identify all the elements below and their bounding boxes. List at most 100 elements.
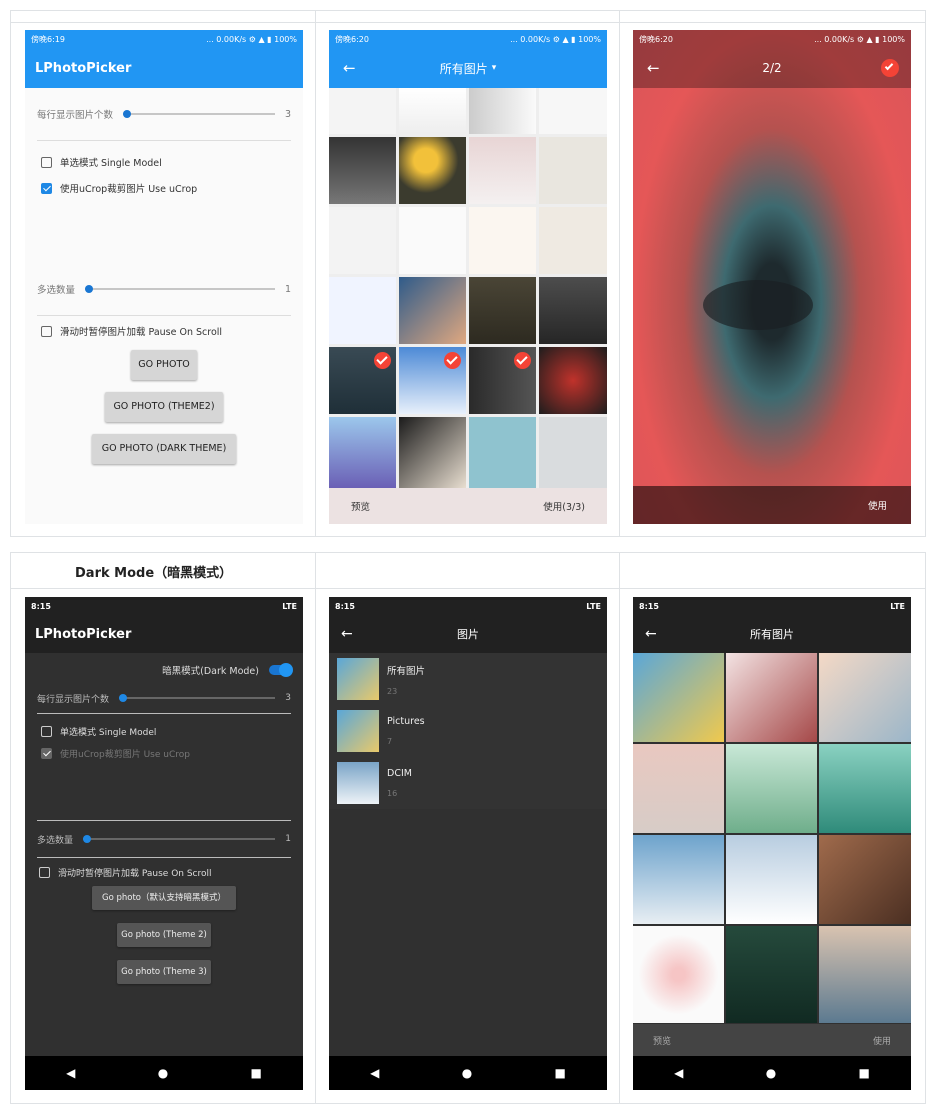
use-button[interactable]: 使用: [868, 498, 887, 512]
ucrop-option[interactable]: 使用uCrop裁剪图片 Use uCrop: [41, 177, 291, 199]
multi-select-slider[interactable]: [85, 285, 275, 293]
pause-scroll-option[interactable]: 滑动时暂停图片加载 Pause On Scroll: [41, 318, 291, 344]
pause-scroll-option[interactable]: 滑动时暂停图片加载 Pause On Scroll: [39, 860, 291, 884]
photo-tile[interactable]: [469, 137, 536, 204]
slider-knob[interactable]: [119, 694, 128, 702]
folder-item[interactable]: 所有图片 23: [329, 653, 607, 705]
status-bar: 8:15 LTE: [329, 597, 607, 615]
photo-tile[interactable]: [329, 277, 396, 344]
slider-knob[interactable]: [83, 835, 92, 843]
photo-tile[interactable]: [819, 653, 911, 742]
folder-title[interactable]: 所有图片: [440, 60, 488, 77]
use-button[interactable]: 使用: [873, 1034, 891, 1047]
photo-tile[interactable]: [399, 347, 466, 414]
selected-check-icon[interactable]: [374, 352, 391, 369]
slider-knob[interactable]: [85, 285, 94, 293]
pause-scroll-checkbox[interactable]: [41, 325, 52, 337]
photo-tile[interactable]: [726, 835, 817, 924]
recents-icon[interactable]: ■: [859, 1066, 870, 1080]
photo-tile[interactable]: [633, 926, 724, 1023]
folder-thumbnail: [337, 762, 379, 804]
photo-tile[interactable]: [539, 277, 607, 344]
photo-tile[interactable]: [469, 347, 536, 414]
photo-tile[interactable]: [469, 277, 536, 344]
home-icon[interactable]: ●: [158, 1066, 168, 1080]
go-photo-button[interactable]: GO PHOTO: [131, 350, 197, 380]
back-icon[interactable]: ◀: [674, 1066, 683, 1080]
photo-tile[interactable]: [329, 207, 396, 274]
photo-tile[interactable]: [539, 88, 607, 134]
multi-select-slider[interactable]: [83, 835, 276, 843]
single-model-option[interactable]: 单选模式 Single Model: [41, 147, 291, 177]
photo-tile[interactable]: [726, 653, 817, 742]
go-photo-theme3-button[interactable]: Go photo (Theme 3): [117, 960, 211, 984]
photo-tile[interactable]: [633, 653, 724, 742]
slider-knob[interactable]: [123, 110, 132, 118]
back-icon[interactable]: ◀: [370, 1066, 379, 1080]
photo-tile[interactable]: [819, 744, 911, 833]
multi-select-label: 多选数量: [37, 285, 76, 296]
go-photo-theme2-button[interactable]: Go photo (Theme 2): [117, 923, 211, 947]
photo-tile[interactable]: [539, 417, 607, 488]
back-arrow-icon[interactable]: ←: [341, 626, 353, 642]
photo-tile[interactable]: [469, 207, 536, 274]
home-icon[interactable]: ●: [462, 1066, 472, 1080]
recents-icon[interactable]: ■: [555, 1066, 566, 1080]
selected-check-icon[interactable]: [444, 352, 461, 369]
photo-tile[interactable]: [399, 277, 466, 344]
use-button[interactable]: 使用(3/3): [543, 499, 585, 513]
photo-tile[interactable]: [329, 417, 396, 488]
divider: [37, 140, 291, 141]
photo-tile[interactable]: [539, 347, 607, 414]
folder-item[interactable]: Pictures 7: [329, 705, 607, 757]
selected-check-icon[interactable]: [514, 352, 531, 369]
photo-tile[interactable]: [329, 347, 396, 414]
preview-button[interactable]: 预览: [653, 1034, 671, 1047]
per-row-slider[interactable]: [123, 110, 275, 118]
folder-item[interactable]: DCIM 16: [329, 757, 607, 809]
photo-tile[interactable]: [819, 926, 911, 1023]
photo-tile[interactable]: [329, 137, 396, 204]
app-bar: ← 图片: [329, 615, 607, 653]
preview-button[interactable]: 预览: [351, 499, 370, 513]
dark-settings-screen: 8:15 LTE LPhotoPicker 暗黑模式(Dark Mode) 每行…: [25, 597, 303, 1090]
photo-tile[interactable]: [399, 88, 466, 134]
back-arrow-icon[interactable]: ←: [647, 59, 660, 77]
multi-select-value: 1: [285, 834, 291, 844]
ucrop-checkbox[interactable]: [41, 747, 52, 759]
photo-tile[interactable]: [726, 926, 817, 1023]
photo-tile[interactable]: [819, 835, 911, 924]
single-model-option[interactable]: 单选模式 Single Model: [41, 718, 291, 744]
photo-tile[interactable]: [329, 88, 396, 134]
back-arrow-icon[interactable]: ←: [343, 59, 356, 77]
photo-tile[interactable]: [399, 137, 466, 204]
selected-check-icon[interactable]: [881, 59, 899, 77]
folder-count: 23: [387, 686, 398, 696]
photo-tile[interactable]: [633, 744, 724, 833]
go-photo-theme2-button[interactable]: GO PHOTO (THEME2): [105, 392, 223, 422]
single-model-checkbox[interactable]: [41, 725, 52, 737]
home-icon[interactable]: ●: [766, 1066, 776, 1080]
photo-tile[interactable]: [469, 88, 536, 134]
ucrop-option[interactable]: 使用uCrop裁剪图片 Use uCrop: [41, 744, 291, 762]
dark-mode-toggle[interactable]: [269, 663, 293, 677]
photo-tile[interactable]: [539, 137, 607, 204]
photo-tile[interactable]: [399, 417, 466, 488]
status-time: 8:15: [335, 601, 355, 611]
photo-tile[interactable]: [539, 207, 607, 274]
back-arrow-icon[interactable]: ←: [645, 626, 657, 642]
chevron-down-icon[interactable]: ▾: [492, 63, 497, 73]
ucrop-checkbox[interactable]: [41, 182, 52, 194]
single-model-checkbox[interactable]: [41, 156, 52, 168]
go-photo-dark-button[interactable]: Go photo（默认支持暗黑模式）: [92, 886, 236, 910]
recents-icon[interactable]: ■: [251, 1066, 262, 1080]
photo-tile[interactable]: [399, 207, 466, 274]
photo-tile[interactable]: [633, 835, 724, 924]
per-row-slider[interactable]: [119, 694, 276, 702]
folder-name: 所有图片: [387, 665, 426, 677]
go-photo-dark-button[interactable]: GO PHOTO (DARK THEME): [92, 434, 236, 464]
photo-tile[interactable]: [469, 417, 536, 488]
photo-tile[interactable]: [726, 744, 817, 833]
back-icon[interactable]: ◀: [66, 1066, 75, 1080]
pause-scroll-checkbox[interactable]: [39, 866, 50, 878]
